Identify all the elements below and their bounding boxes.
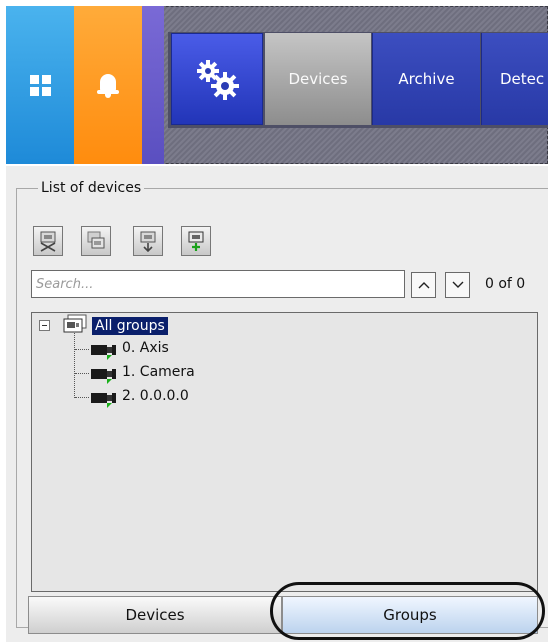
move-camera-icon (140, 231, 156, 252)
alarms-tile[interactable] (74, 6, 142, 164)
camera-icon (91, 369, 116, 384)
move-camera-button[interactable] (133, 226, 163, 256)
group-folder-icon (63, 314, 87, 333)
highlight-ellipse (270, 582, 545, 640)
tree-root-all-groups[interactable]: All groups (92, 317, 168, 335)
tree-connector (75, 373, 89, 374)
camera-icon (91, 345, 116, 360)
tree-connector (75, 397, 89, 398)
add-camera-icon (188, 231, 204, 251)
search-input[interactable] (31, 270, 405, 298)
chevron-up-icon (418, 282, 429, 289)
tab-detection[interactable]: Detec (481, 33, 548, 125)
remove-camera-icon (40, 231, 56, 252)
windows-icon (29, 74, 51, 96)
chevron-down-icon (452, 281, 463, 288)
windows-tile[interactable] (6, 6, 74, 164)
tree-item[interactable]: 1. Camera (122, 364, 195, 380)
bell-icon (97, 72, 119, 98)
add-camera-button[interactable] (181, 226, 211, 256)
purple-tile (142, 6, 164, 164)
tree-connector (75, 349, 89, 350)
collapse-toggle[interactable] (39, 320, 50, 331)
group-title: List of devices (38, 180, 145, 196)
settings-tab[interactable] (171, 33, 263, 125)
tree-item[interactable]: 2. 0.0.0.0 (122, 388, 189, 404)
camera-icon (91, 393, 116, 408)
search-next-button[interactable] (445, 272, 470, 298)
copy-camera-icon (87, 231, 105, 249)
tree-connector (74, 333, 75, 398)
gears-icon (197, 60, 239, 100)
bottom-tab-devices[interactable]: Devices (28, 596, 282, 634)
search-previous-button[interactable] (411, 272, 436, 298)
search-result-counter: 0 of 0 (485, 276, 526, 292)
tree-item[interactable]: 0. Axis (122, 340, 169, 356)
tab-archive[interactable]: Archive (372, 33, 480, 125)
tab-devices[interactable]: Devices (265, 33, 371, 125)
copy-camera-button[interactable] (81, 226, 111, 256)
remove-camera-button[interactable] (33, 226, 63, 256)
